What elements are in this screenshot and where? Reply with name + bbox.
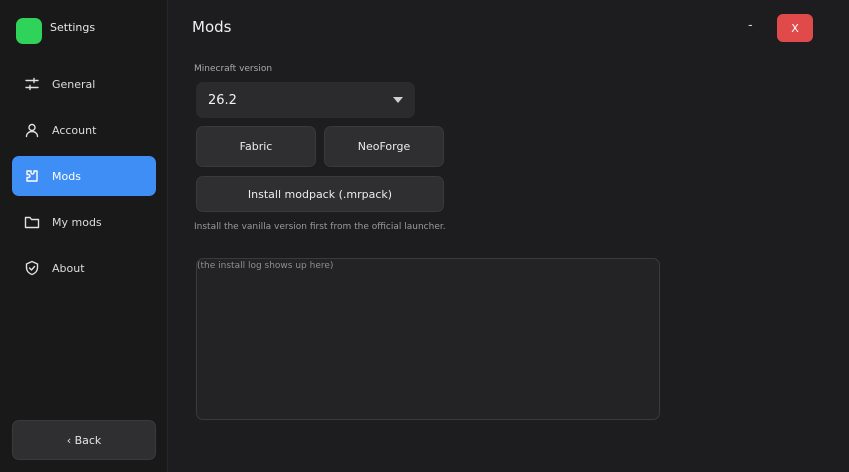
sidebar-item-general[interactable]: General [12, 64, 156, 104]
log-placeholder: (the install log shows up here) [197, 261, 334, 271]
version-label: Minecraft version [194, 64, 273, 74]
install-modpack-button[interactable]: Install modpack (.mrpack) [196, 176, 444, 212]
neoforge-button[interactable]: NeoForge [324, 126, 444, 167]
fabric-button[interactable]: Fabric [196, 126, 316, 167]
minimize-button[interactable]: - [748, 18, 753, 33]
sliders-icon [24, 76, 40, 92]
version-value: 26.2 [208, 92, 237, 108]
dropdown-arrow-icon [393, 97, 403, 103]
sidebar-item-label: Account [52, 123, 97, 137]
install-hint: Install the vanilla version first from t… [194, 222, 446, 232]
sidebar-item-my-mods[interactable]: My mods [12, 202, 156, 242]
sidebar-item-mods[interactable]: Mods [12, 156, 156, 196]
puzzle-icon [24, 168, 40, 184]
user-icon [24, 122, 40, 138]
version-select[interactable]: 26.2 [196, 82, 415, 118]
sidebar-item-label: General [52, 77, 96, 91]
sidebar-item-label: My mods [52, 215, 102, 229]
sidebar: Settings General Account Mods My mods Ab… [0, 0, 168, 472]
shield-check-icon [24, 260, 40, 276]
brand: Settings [16, 18, 95, 44]
sidebar-item-account[interactable]: Account [12, 110, 156, 150]
close-button[interactable]: X [777, 14, 813, 42]
back-button[interactable]: ‹ Back [12, 420, 156, 460]
sidebar-item-label: Mods [52, 169, 81, 183]
page-title: Mods [192, 18, 232, 36]
install-log[interactable] [196, 258, 660, 420]
sidebar-item-about[interactable]: About [12, 248, 156, 288]
app-logo [16, 18, 42, 44]
sidebar-item-label: About [52, 261, 85, 275]
folder-icon [24, 214, 40, 230]
brand-title: Settings [50, 20, 96, 34]
